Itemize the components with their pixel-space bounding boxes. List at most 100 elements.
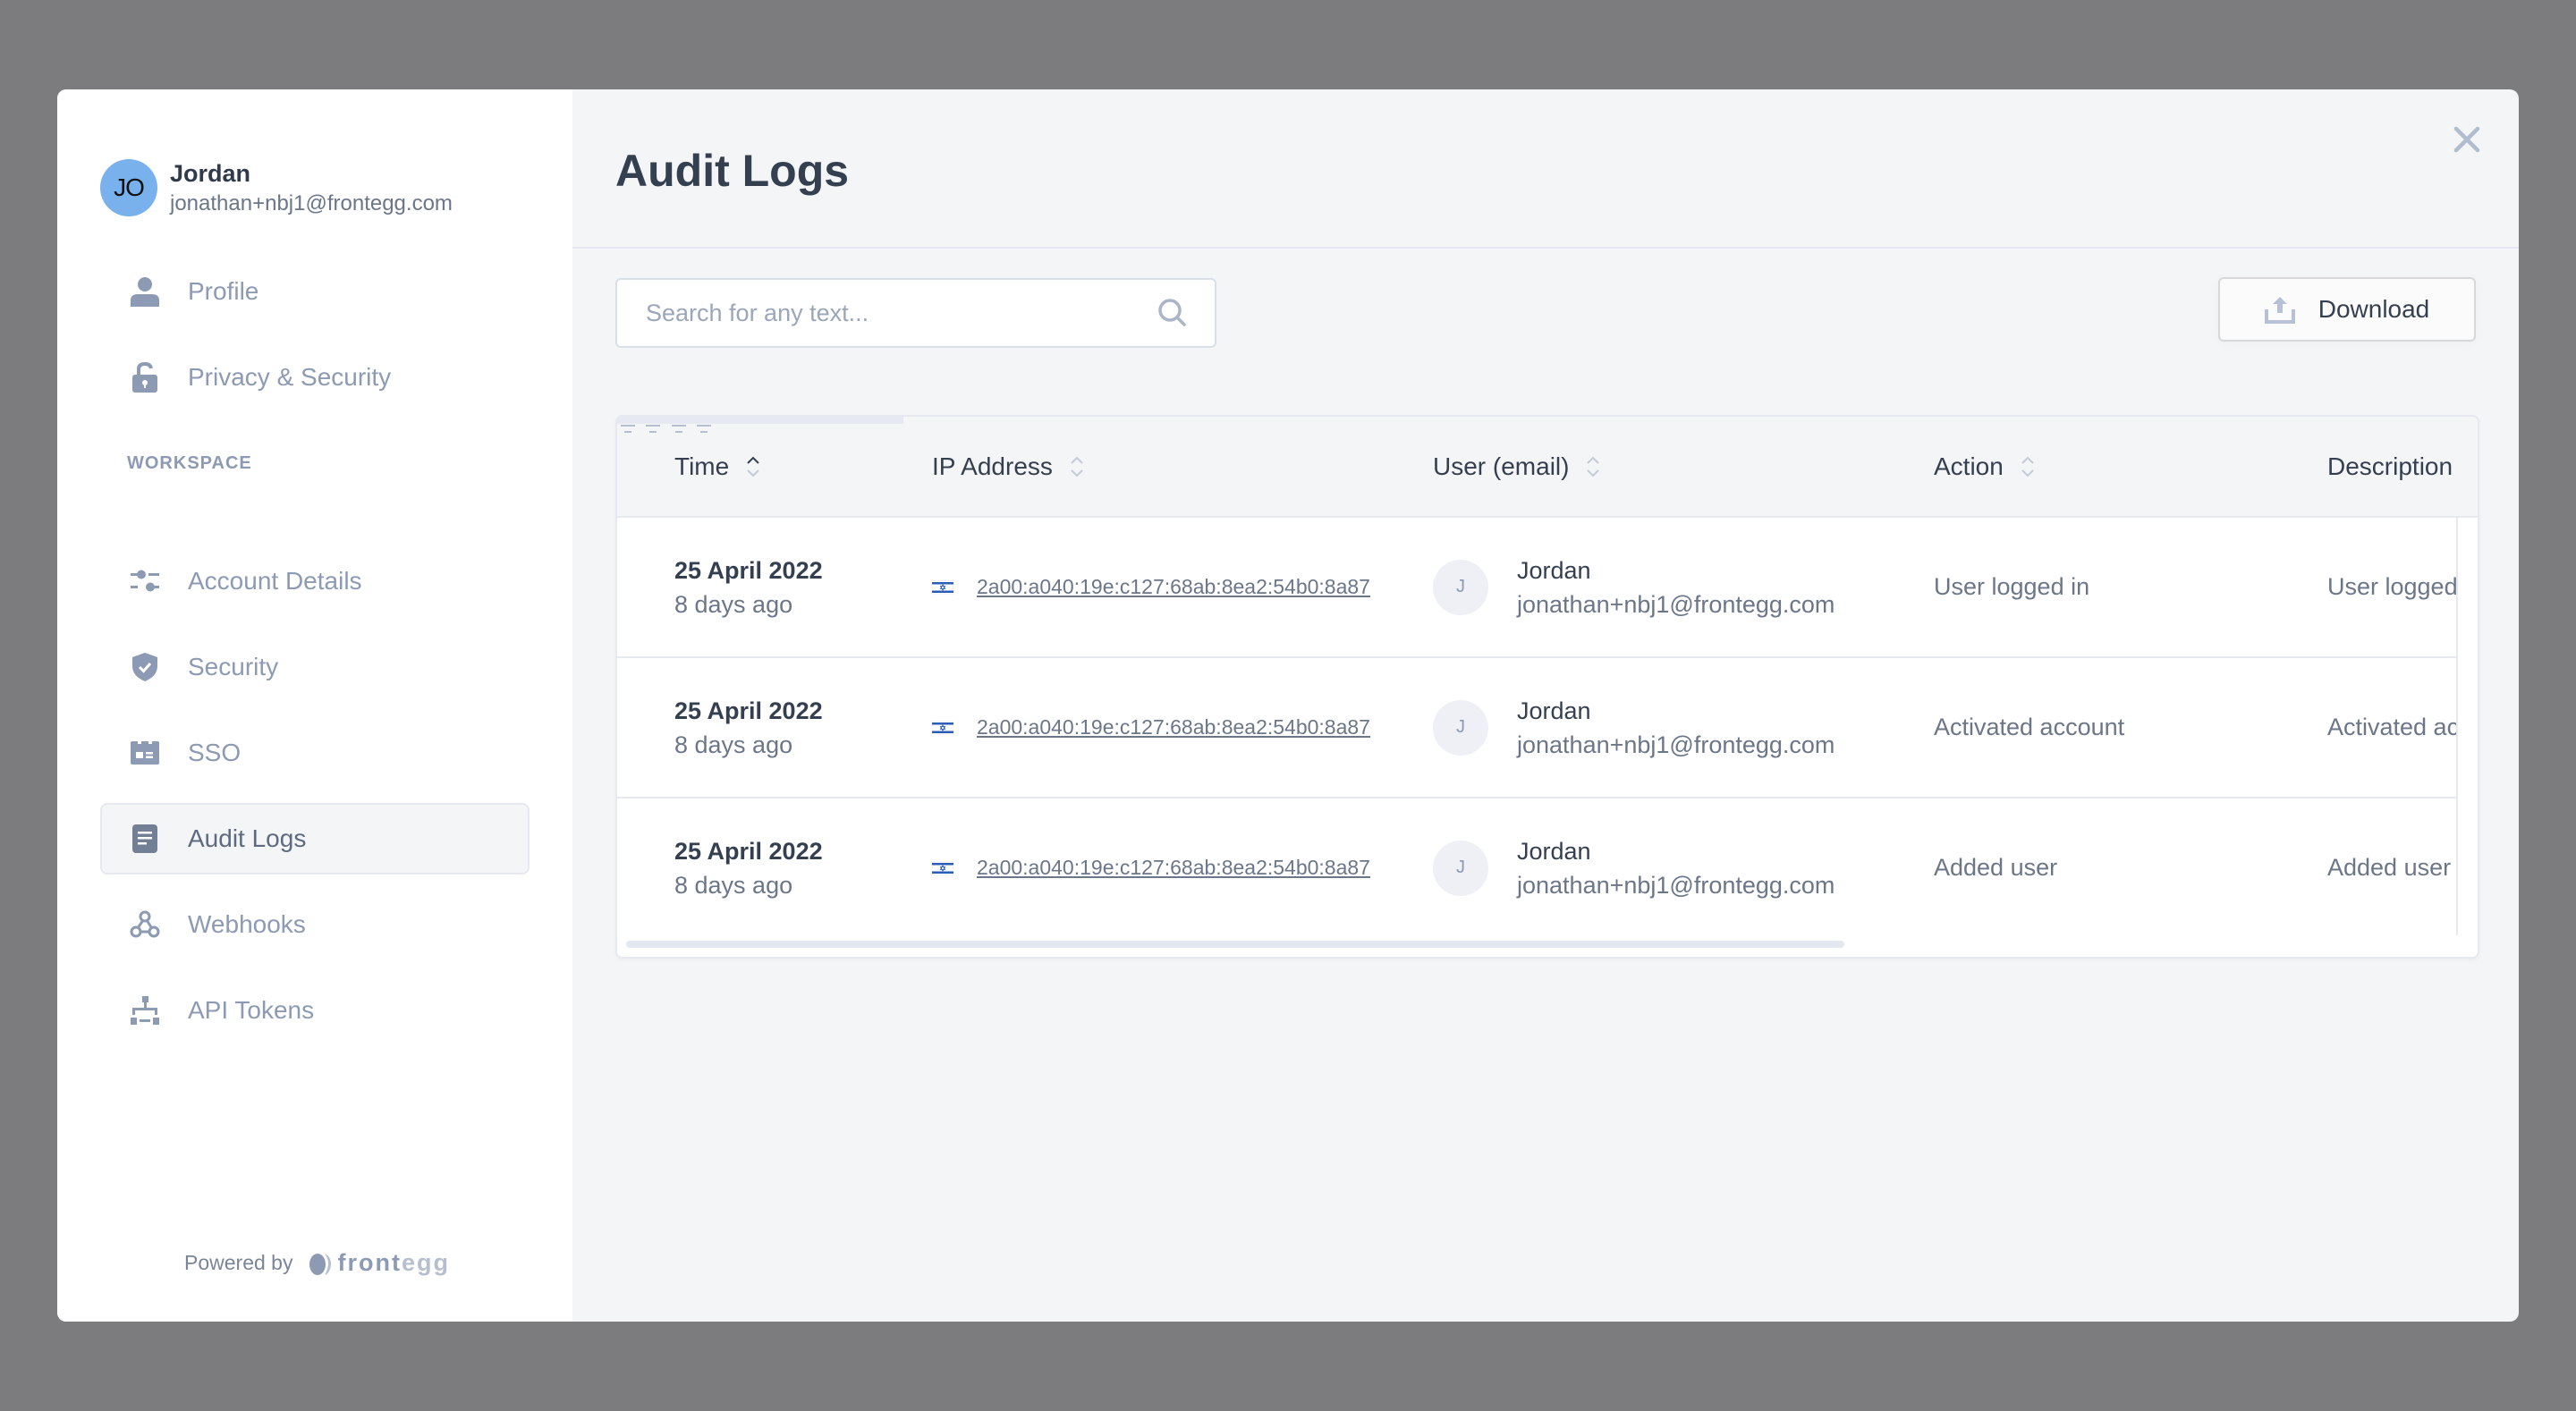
close-icon: [2453, 126, 2480, 153]
brand-name-bold: front: [337, 1249, 402, 1276]
sidebar-item-label: Privacy & Security: [188, 363, 392, 391]
time-cell: 25 April 2022 8 days ago: [674, 518, 823, 656]
user-name: Jordan: [1517, 837, 1591, 865]
sidebar-item-label: Profile: [188, 277, 259, 305]
search-icon[interactable]: [1157, 298, 1188, 328]
user-avatar: J: [1433, 559, 1488, 615]
description-cell: Added user: [2327, 798, 2456, 937]
description-text: Added user: [2327, 854, 2452, 881]
sidebar-item-label: SSO: [188, 739, 242, 766]
user-name: Jordan: [1517, 556, 1591, 584]
sidebar-nav: Profile Privacy & Security WORKSPACE Acc…: [100, 256, 530, 1060]
column-label: Time: [674, 452, 730, 480]
table-row: 25 April 2022 8 days ago 2a00:a040:19e:c…: [617, 658, 2456, 798]
document-icon: [129, 823, 161, 855]
action-cell: Added user: [1934, 798, 2057, 937]
workspace-section-title: WORKSPACE: [127, 453, 252, 473]
webhook-icon: [129, 908, 161, 941]
action-text: Activated account: [1934, 714, 2125, 740]
download-label: Download: [2318, 295, 2430, 323]
filter-icon[interactable]: [617, 418, 642, 440]
action-text: User logged in: [1934, 573, 2090, 600]
column-header-time: Time: [674, 417, 761, 516]
user-cell: J Jordan jonathan+nbj1@frontegg.com: [1433, 518, 1835, 656]
sort-icon[interactable]: [745, 455, 761, 478]
ip-address-link[interactable]: 2a00:a040:19e:c127:68ab:8ea2:54b0:8a87: [977, 715, 1370, 739]
sidebar-item-label: API Tokens: [188, 996, 315, 1024]
sidebar-item-api-tokens[interactable]: API Tokens: [100, 975, 530, 1046]
sidebar: JO Jordan jonathan+nbj1@frontegg.com Pro…: [57, 89, 572, 1322]
upload-icon: [2264, 297, 2295, 324]
user-email: jonathan+nbj1@frontegg.com: [1517, 731, 1835, 758]
sort-icon[interactable]: [1585, 455, 1601, 478]
user-avatar: J: [1433, 840, 1488, 896]
israel-flag-icon: [932, 860, 953, 875]
column-label: Action: [1934, 452, 2004, 480]
time-cell: 25 April 2022 8 days ago: [674, 658, 823, 797]
avatar: JO: [100, 159, 157, 216]
user-avatar: J: [1433, 699, 1488, 756]
description-text: User logged in: [2327, 573, 2456, 600]
description-cell: User logged in: [2327, 518, 2456, 656]
table-body: 25 April 2022 8 days ago 2a00:a040:19e:c…: [617, 518, 2458, 939]
table-row: 25 April 2022 8 days ago 2a00:a040:19e:c…: [617, 518, 2456, 658]
sidebar-item-webhooks[interactable]: Webhooks: [100, 889, 530, 960]
sidebar-item-security[interactable]: Security: [100, 631, 530, 703]
sidebar-item-label: Account Details: [188, 567, 362, 595]
user-email: jonathan+nbj1@frontegg.com: [170, 191, 453, 215]
main-content: Audit Logs Download Time: [572, 89, 2519, 1322]
brand-name-light: egg: [401, 1249, 450, 1276]
shield-check-icon: [129, 651, 161, 683]
israel-flag-icon: [932, 579, 953, 595]
log-relative-time: 8 days ago: [674, 871, 793, 899]
description-cell: Activated account: [2327, 658, 2456, 797]
powered-by-text: Powered by: [184, 1251, 293, 1274]
column-header-description: Description: [2327, 417, 2453, 516]
log-date: 25 April 2022: [674, 556, 823, 584]
filter-icon[interactable]: [642, 418, 667, 440]
sliders-icon: [129, 565, 161, 597]
sidebar-item-account-details[interactable]: Account Details: [100, 545, 530, 617]
search-input[interactable]: [646, 299, 1157, 327]
page-title: Audit Logs: [615, 146, 850, 196]
user-email: jonathan+nbj1@frontegg.com: [1517, 590, 1835, 618]
column-label: User (email): [1433, 452, 1570, 480]
table-header: Time IP Address User (email) Action Desc…: [617, 417, 2478, 518]
sidebar-item-profile[interactable]: Profile: [100, 256, 530, 327]
search-field[interactable]: [615, 278, 1216, 348]
sidebar-item-audit-logs[interactable]: Audit Logs: [100, 803, 530, 874]
ip-cell: 2a00:a040:19e:c127:68ab:8ea2:54b0:8a87: [932, 658, 1370, 797]
log-relative-time: 8 days ago: [674, 731, 793, 758]
israel-flag-icon: [932, 720, 953, 735]
close-button[interactable]: [2449, 122, 2485, 157]
sort-icon[interactable]: [2020, 455, 2036, 478]
settings-modal: JO Jordan jonathan+nbj1@frontegg.com Pro…: [57, 89, 2519, 1322]
sidebar-item-privacy-security[interactable]: Privacy & Security: [100, 342, 530, 413]
ip-cell: 2a00:a040:19e:c127:68ab:8ea2:54b0:8a87: [932, 518, 1370, 656]
column-header-user-email: User (email): [1433, 417, 1601, 516]
user-cell: J Jordan jonathan+nbj1@frontegg.com: [1433, 798, 1835, 937]
action-text: Added user: [1934, 854, 2058, 881]
sidebar-item-label: Audit Logs: [188, 824, 307, 852]
audit-logs-table: Time IP Address User (email) Action Desc…: [615, 415, 2479, 959]
action-cell: User logged in: [1934, 518, 2089, 656]
powered-by: Powered by frontegg: [184, 1249, 450, 1277]
sidebar-item-sso[interactable]: SSO: [100, 717, 530, 789]
scrollbar-thumb[interactable]: [626, 941, 1844, 948]
egg-icon: [309, 1253, 332, 1275]
frontegg-logo: frontegg: [307, 1249, 450, 1277]
ip-address-link[interactable]: 2a00:a040:19e:c127:68ab:8ea2:54b0:8a87: [977, 856, 1370, 880]
download-button[interactable]: Download: [2218, 277, 2476, 342]
table-row: 25 April 2022 8 days ago 2a00:a040:19e:c…: [617, 798, 2456, 939]
user-name: Jordan: [170, 160, 251, 187]
log-date: 25 April 2022: [674, 697, 823, 724]
log-relative-time: 8 days ago: [674, 590, 793, 618]
column-header-action: Action: [1934, 417, 2036, 516]
sort-icon[interactable]: [1069, 455, 1085, 478]
horizontal-scrollbar[interactable]: [617, 935, 2478, 957]
user-email: jonathan+nbj1@frontegg.com: [1517, 871, 1835, 899]
id-card-icon: [129, 737, 161, 769]
hierarchy-icon: [129, 994, 161, 1027]
ip-address-link[interactable]: 2a00:a040:19e:c127:68ab:8ea2:54b0:8a87: [977, 575, 1370, 599]
unlock-icon: [129, 361, 161, 393]
